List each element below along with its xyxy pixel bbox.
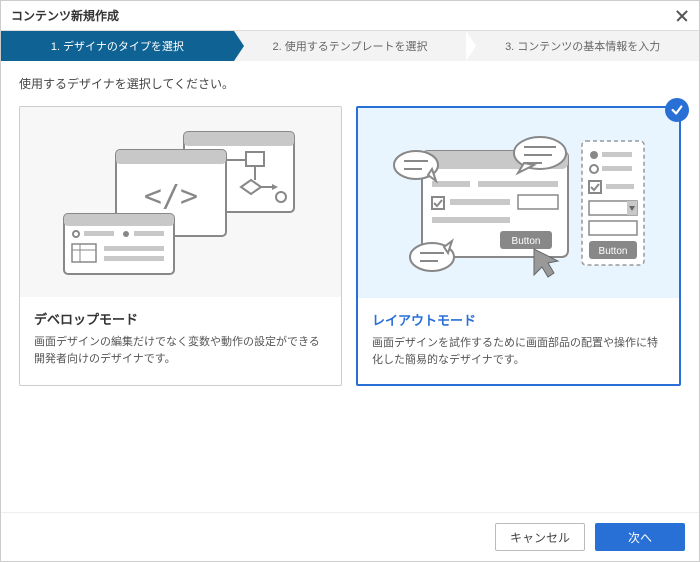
cards-container: </> デベロップモード 画面デザインの編集だけでなく変数	[1, 106, 699, 386]
step-3-label: 3. コンテンツの基本情報を入力	[505, 38, 660, 54]
step-2[interactable]: 2. 使用するテンプレートを選択	[234, 31, 467, 61]
card-develop-illustration: </>	[20, 107, 341, 297]
card-develop-body: デベロップモード 画面デザインの編集だけでなく変数や動作の設定ができる開発者向け…	[20, 297, 341, 383]
titlebar: コンテンツ新規作成	[1, 1, 699, 31]
step-1[interactable]: 1. デザイナのタイプを選択	[1, 31, 234, 61]
next-button[interactable]: 次へ	[595, 523, 685, 551]
dialog-title: コンテンツ新規作成	[11, 7, 119, 24]
svg-text:Button: Button	[511, 236, 540, 247]
card-layout-illustration: Button Button	[358, 108, 679, 298]
prompt-text: 使用するデザイナを選択してください。	[1, 61, 699, 106]
stepper: 1. デザイナのタイプを選択 2. 使用するテンプレートを選択 3. コンテンツ…	[1, 31, 699, 61]
step-1-label: 1. デザイナのタイプを選択	[51, 38, 184, 54]
dialog: コンテンツ新規作成 1. デザイナのタイプを選択 2. 使用するテンプレートを選…	[0, 0, 700, 562]
close-icon[interactable]	[675, 9, 689, 23]
develop-illustration-svg: </>	[46, 122, 316, 282]
card-layout-body: レイアウトモード 画面デザインを試作するために画面部品の配置や操作に特化した簡易…	[358, 298, 679, 384]
step-2-label: 2. 使用するテンプレートを選択	[273, 38, 428, 54]
card-layout-title: レイアウトモード	[372, 310, 665, 329]
card-layout[interactable]: Button Button	[356, 106, 681, 386]
layout-illustration-svg: Button Button	[384, 123, 654, 283]
card-develop-title: デベロップモード	[34, 309, 327, 328]
check-icon	[665, 98, 689, 122]
cancel-button[interactable]: キャンセル	[495, 523, 585, 551]
card-develop[interactable]: </> デベロップモード 画面デザインの編集だけでなく変数	[19, 106, 342, 386]
step-3[interactable]: 3. コンテンツの基本情報を入力	[466, 31, 699, 61]
svg-text:Button: Button	[598, 246, 627, 257]
svg-text:</>: </>	[143, 179, 197, 214]
card-layout-desc: 画面デザインを試作するために画面部品の配置や操作に特化した簡易的なデザイナです。	[372, 335, 665, 368]
card-develop-desc: 画面デザインの編集だけでなく変数や動作の設定ができる開発者向けのデザイナです。	[34, 334, 327, 367]
footer: キャンセル 次へ	[1, 512, 699, 561]
